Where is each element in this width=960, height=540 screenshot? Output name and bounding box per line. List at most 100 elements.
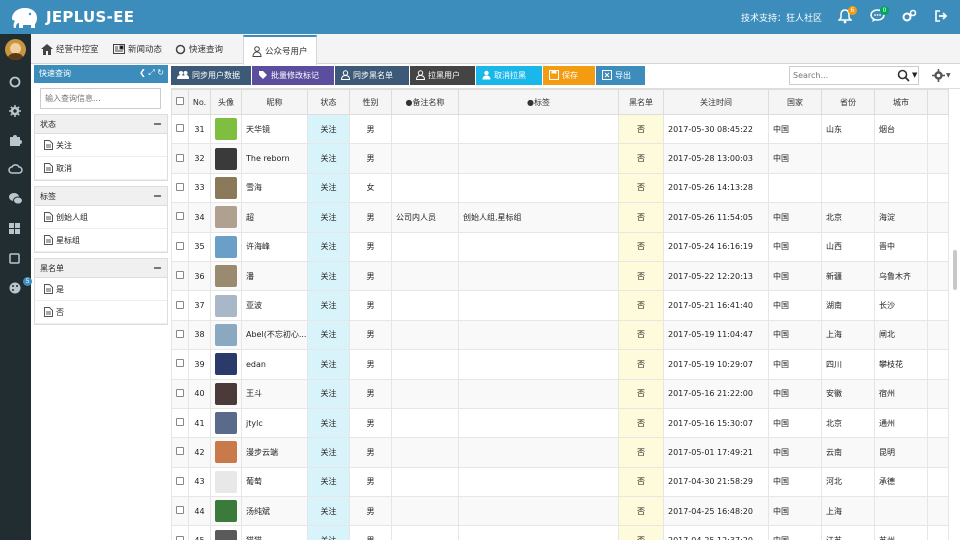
row-select[interactable] <box>171 349 189 380</box>
filter-item[interactable]: 关注 <box>35 134 167 157</box>
cell-tags[interactable] <box>458 525 619 540</box>
column-header[interactable]: 黑名单 <box>618 89 664 115</box>
row-select[interactable] <box>171 466 189 498</box>
cell-tags[interactable] <box>458 349 619 380</box>
avatar[interactable] <box>215 470 237 493</box>
row-checkbox[interactable] <box>176 241 184 250</box>
avatar[interactable] <box>215 500 237 523</box>
scrollbar[interactable] <box>953 250 957 290</box>
table-row[interactable]: 35 许海峰 关注 男 否 2017-05-24 16:16:19 中国 山西 … <box>171 231 949 262</box>
column-header[interactable]: 城市 <box>874 89 928 115</box>
cell-tags[interactable] <box>458 319 619 351</box>
cell-tags[interactable] <box>458 113 619 145</box>
row-checkbox[interactable] <box>176 535 184 540</box>
cell-tags[interactable] <box>458 260 619 292</box>
save-button[interactable]: 保存 <box>543 66 595 85</box>
row-checkbox[interactable] <box>176 300 184 309</box>
column-header[interactable]: No. <box>188 89 211 115</box>
cell-remark[interactable] <box>391 378 459 409</box>
chevron-down-icon[interactable]: ▼ <box>946 72 951 79</box>
export-button[interactable]: 导出 <box>596 66 645 85</box>
row-select[interactable] <box>171 437 189 468</box>
table-row[interactable]: 45 猫猫 关注 男 否 2017-04-25 12:37:20 中国 江苏 苏… <box>171 525 949 540</box>
filter-item[interactable]: 是 <box>35 278 167 301</box>
wechat-icon[interactable] <box>8 192 23 207</box>
row-select[interactable] <box>171 319 189 351</box>
avatar[interactable] <box>215 235 237 258</box>
row-checkbox[interactable] <box>176 447 184 456</box>
column-header[interactable]: 关注时间 <box>663 89 769 115</box>
filter-item[interactable]: 创始人组 <box>35 206 167 229</box>
settings-gear-icon[interactable] <box>932 69 945 85</box>
row-select[interactable] <box>171 172 189 204</box>
chevron-down-icon[interactable]: ▼ <box>912 71 917 79</box>
row-checkbox[interactable] <box>176 506 184 515</box>
row-checkbox[interactable] <box>176 182 184 191</box>
grid-search-input[interactable] <box>790 67 890 84</box>
grid-icon[interactable] <box>8 222 23 237</box>
avatar[interactable] <box>215 441 237 464</box>
column-header[interactable]: 性别 <box>349 89 392 115</box>
cell-remark[interactable] <box>391 407 459 439</box>
cell-remark[interactable] <box>391 143 459 174</box>
avatar[interactable] <box>5 39 26 60</box>
row-select[interactable] <box>171 231 189 262</box>
support-text[interactable]: 技术支持：狂人社区 <box>741 11 822 24</box>
row-checkbox[interactable] <box>176 212 184 221</box>
row-select[interactable] <box>171 113 189 145</box>
filter-group-header[interactable]: 标签 <box>35 187 167 206</box>
filter-group-header[interactable]: 黑名单 <box>35 259 167 278</box>
search-icon[interactable] <box>897 69 911 85</box>
row-checkbox[interactable] <box>176 359 184 368</box>
avatar[interactable] <box>215 176 237 199</box>
table-row[interactable]: 33 雪海 关注 女 否 2017-05-26 14:13:28 <box>171 172 949 204</box>
cell-remark[interactable]: 公司内人员 <box>391 202 459 233</box>
refresh-icon[interactable]: ↻ <box>157 68 164 77</box>
row-checkbox[interactable] <box>176 153 184 162</box>
cell-tags[interactable] <box>458 437 619 468</box>
row-select[interactable] <box>171 143 189 174</box>
cell-remark[interactable] <box>391 349 459 380</box>
avatar[interactable] <box>215 265 237 288</box>
cell-remark[interactable] <box>391 437 459 468</box>
cell-remark[interactable] <box>391 290 459 321</box>
table-row[interactable]: 37 亚波 关注 男 否 2017-05-21 16:41:40 中国 湖南 长… <box>171 290 949 321</box>
avatar[interactable] <box>215 323 237 346</box>
palette-icon[interactable]: 5 <box>8 277 32 296</box>
minus-icon[interactable] <box>154 195 161 197</box>
collapse-icon[interactable]: ❮ <box>139 68 146 77</box>
minus-icon[interactable] <box>154 123 161 125</box>
row-select[interactable] <box>171 202 189 233</box>
cell-remark[interactable] <box>391 496 459 527</box>
table-row[interactable]: 43 葡萄 关注 男 否 2017-04-30 21:58:29 中国 河北 承… <box>171 466 949 498</box>
row-select[interactable] <box>171 525 189 540</box>
cell-tags[interactable] <box>458 290 619 321</box>
expand-icon[interactable]: ⤢ <box>148 68 154 77</box>
cell-tags[interactable] <box>458 466 619 498</box>
logo[interactable]: JEPLUS-EE <box>8 5 134 29</box>
gear-icon[interactable] <box>8 104 23 119</box>
quick-search-input[interactable] <box>40 88 161 109</box>
cloud-icon[interactable] <box>8 163 23 178</box>
batch-mark-button[interactable]: 批量修改标记 <box>252 66 334 85</box>
column-header[interactable]: 状态 <box>307 89 350 115</box>
row-select[interactable] <box>171 290 189 321</box>
cell-tags[interactable] <box>458 378 619 409</box>
table-row[interactable]: 36 潘 关注 男 否 2017-05-22 12:20:13 中国 新疆 乌鲁… <box>171 260 949 292</box>
cell-remark[interactable] <box>391 319 459 351</box>
cell-remark[interactable] <box>391 172 459 204</box>
row-checkbox[interactable] <box>176 271 184 280</box>
row-checkbox[interactable] <box>176 329 184 338</box>
filter-item[interactable]: 否 <box>35 301 167 324</box>
cell-remark[interactable] <box>391 113 459 145</box>
avatar[interactable] <box>215 412 237 435</box>
filter-item[interactable]: 星标组 <box>35 229 167 252</box>
table-row[interactable]: 31 天华镜 关注 男 否 2017-05-30 08:45:22 中国 山东 … <box>171 113 949 145</box>
tab-wechat-users[interactable]: 公众号用户 <box>243 35 317 65</box>
sync-users-button[interactable]: 同步用户数据 <box>171 66 251 85</box>
table-row[interactable]: 32 The reborn 关注 男 否 2017-05-28 13:00:03… <box>171 143 949 174</box>
cell-remark[interactable] <box>391 231 459 262</box>
cell-tags[interactable] <box>458 407 619 439</box>
tab-dashboard[interactable]: 经营中控室 <box>41 40 99 58</box>
cell-tags[interactable] <box>458 231 619 262</box>
